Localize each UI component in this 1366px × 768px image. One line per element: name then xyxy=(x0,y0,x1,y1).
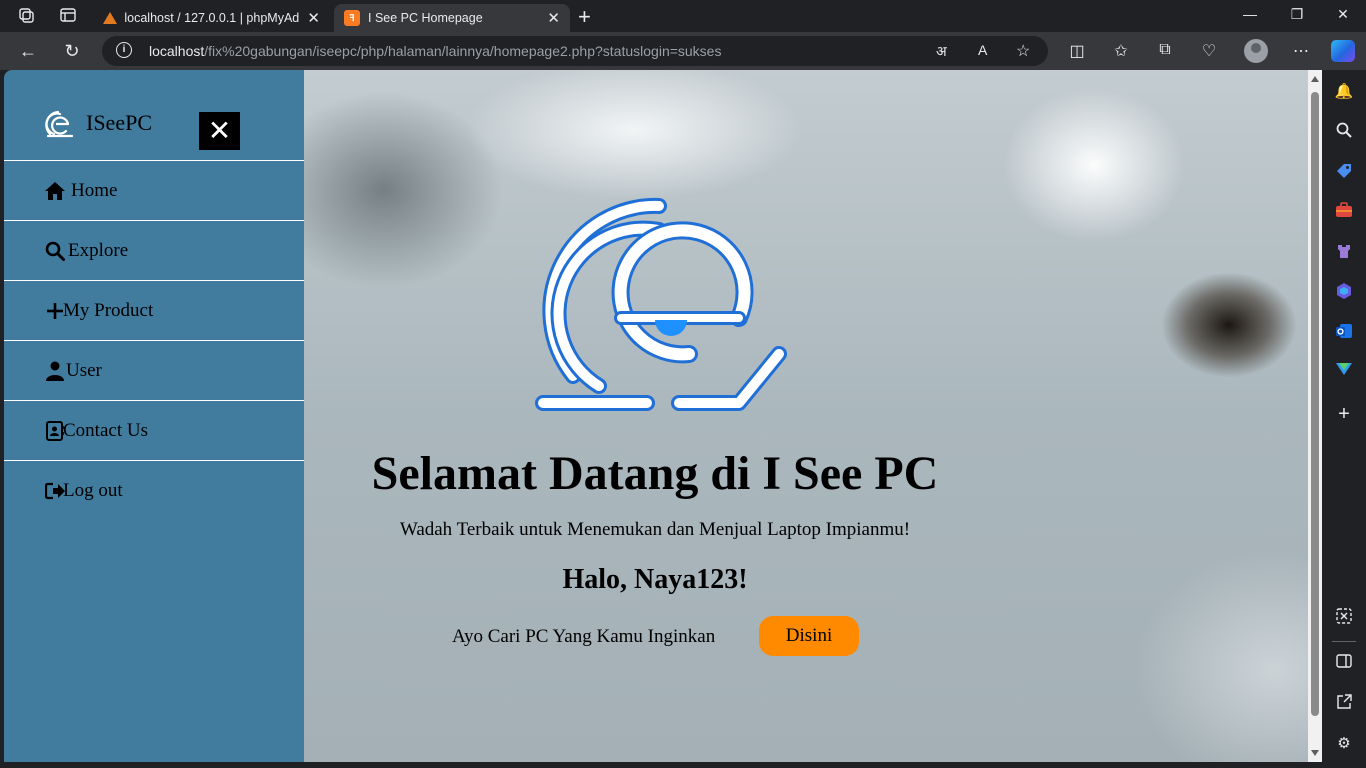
hero-background xyxy=(304,70,1308,762)
user-icon xyxy=(43,359,67,383)
nav-item-log-out[interactable]: Log out xyxy=(4,460,304,520)
bottom-edge xyxy=(0,762,1366,768)
iseepc-logo-small-icon xyxy=(45,110,74,138)
xampp-favicon-icon: ꟻ xyxy=(344,10,360,26)
nav-item-my-product[interactable]: My Product xyxy=(4,280,304,340)
tab-bar: localhost / 127.0.0.1 | phpMyAdmin ✕ ꟻ I… xyxy=(0,0,1366,32)
search-sidebar-icon[interactable] xyxy=(1334,122,1354,142)
disini-button[interactable]: Disini xyxy=(759,616,859,656)
workspaces-icon[interactable] xyxy=(16,6,36,26)
site-info-icon[interactable]: i xyxy=(116,42,132,58)
brand[interactable]: ISeePC xyxy=(42,108,152,138)
add-sidebar-app-icon[interactable]: + xyxy=(1334,404,1354,424)
cta-text: Ayo Cari PC Yang Kamu Inginkan xyxy=(452,626,716,647)
tab-title: localhost / 127.0.0.1 | phpMyAdmin xyxy=(124,11,300,25)
nav-item-contact-us[interactable]: Contact Us xyxy=(4,400,304,460)
search-icon xyxy=(43,239,67,263)
favorite-star-icon[interactable]: ☆ xyxy=(1016,41,1030,61)
user-greeting: Halo, Naya123! xyxy=(562,564,748,595)
address-toolbar: ← ↻ i localhost/fix%20gabungan/iseepc/ph… xyxy=(0,32,1366,70)
more-menu-icon[interactable]: ⋯ xyxy=(1290,41,1312,61)
sidebar-divider xyxy=(1332,641,1356,642)
close-tab-icon[interactable]: ✕ xyxy=(547,9,560,27)
scroll-up-arrow-icon[interactable] xyxy=(1311,76,1319,82)
split-sidebar-icon[interactable] xyxy=(1334,654,1354,674)
tools-briefcase-icon[interactable] xyxy=(1334,202,1354,222)
close-tab-icon[interactable]: ✕ xyxy=(307,9,320,27)
brand-name: ISeePC xyxy=(86,110,152,135)
edge-sidebar: 🔔 + ⚙ xyxy=(1322,70,1366,768)
drop-icon[interactable] xyxy=(1334,362,1354,382)
page-scrollbar[interactable] xyxy=(1308,70,1322,762)
profile-avatar[interactable] xyxy=(1244,39,1268,63)
url-path: /fix%20gabungan/iseepc/php/halaman/lainn… xyxy=(204,43,722,59)
nav-item-explore[interactable]: Explore xyxy=(4,220,304,280)
back-arrow-icon[interactable]: ← xyxy=(16,40,40,62)
welcome-heading: Selamat Datang di I See PC xyxy=(371,447,939,500)
address-bar[interactable]: i localhost/fix%20gabungan/iseepc/php/ha… xyxy=(102,36,1048,66)
scroll-down-arrow-icon[interactable] xyxy=(1311,750,1319,756)
refresh-icon[interactable]: ↻ xyxy=(60,40,84,62)
screenshot-icon[interactable] xyxy=(1334,608,1354,628)
shopping-tag-icon[interactable] xyxy=(1334,162,1354,182)
collections-icon[interactable]: ⧉ xyxy=(1154,41,1176,59)
split-screen-icon[interactable]: ◫ xyxy=(1066,41,1088,61)
games-icon[interactable] xyxy=(1334,242,1354,262)
tagline: Wadah Terbaik untuk Menemukan dan Menjua… xyxy=(399,519,911,540)
browser-essentials-icon[interactable]: ♡ xyxy=(1198,41,1220,61)
close-sidebar-button[interactable]: ✕ xyxy=(199,112,240,150)
outlook-icon[interactable] xyxy=(1334,322,1354,342)
tab-phpmyadmin[interactable]: localhost / 127.0.0.1 | phpMyAdmin ✕ xyxy=(92,4,330,32)
nav-item-home[interactable]: Home xyxy=(4,160,304,220)
notification-bell-icon[interactable]: 🔔 xyxy=(1334,82,1354,102)
tab-actions-icon[interactable] xyxy=(58,6,78,26)
favorites-icon[interactable]: ✩ xyxy=(1110,41,1132,61)
nav-label: Home xyxy=(71,179,118,201)
settings-gear-icon[interactable]: ⚙ xyxy=(1334,734,1354,754)
tab-iseepc-homepage[interactable]: ꟻ I See PC Homepage ✕ xyxy=(334,4,570,32)
nav-label: Explore xyxy=(68,239,129,261)
restore-icon[interactable]: ❐ xyxy=(1285,6,1309,23)
translate-icon[interactable]: अ xyxy=(936,42,947,61)
site-sidebar: ISeePC ✕ Home Explore My Product User Co… xyxy=(4,70,304,762)
close-window-icon[interactable]: ✕ xyxy=(1331,6,1355,23)
nav-label: User xyxy=(66,359,102,381)
nav-label: Contact Us xyxy=(63,419,148,441)
scrollbar-thumb[interactable] xyxy=(1311,92,1319,716)
phpmyadmin-favicon-icon xyxy=(102,10,118,26)
external-link-icon[interactable] xyxy=(1334,694,1354,714)
tab-title: I See PC Homepage xyxy=(368,11,483,25)
nav-label: My Product xyxy=(63,299,154,321)
nav-label: Log out xyxy=(63,479,123,501)
new-tab-icon[interactable]: + xyxy=(578,4,591,30)
copilot-sidebar-icon[interactable] xyxy=(1334,282,1354,302)
read-aloud-icon[interactable]: A xyxy=(978,42,987,58)
iseepc-logo-icon xyxy=(535,197,787,411)
nav-item-user[interactable]: User xyxy=(4,340,304,400)
copilot-icon[interactable] xyxy=(1331,40,1355,62)
page-viewport: ISeePC ✕ Home Explore My Product User Co… xyxy=(4,70,1322,762)
minimize-icon[interactable]: — xyxy=(1238,6,1262,22)
url-text[interactable]: localhost/fix%20gabungan/iseepc/php/hala… xyxy=(149,43,721,59)
url-host: localhost xyxy=(149,43,205,59)
home-icon xyxy=(43,179,67,203)
